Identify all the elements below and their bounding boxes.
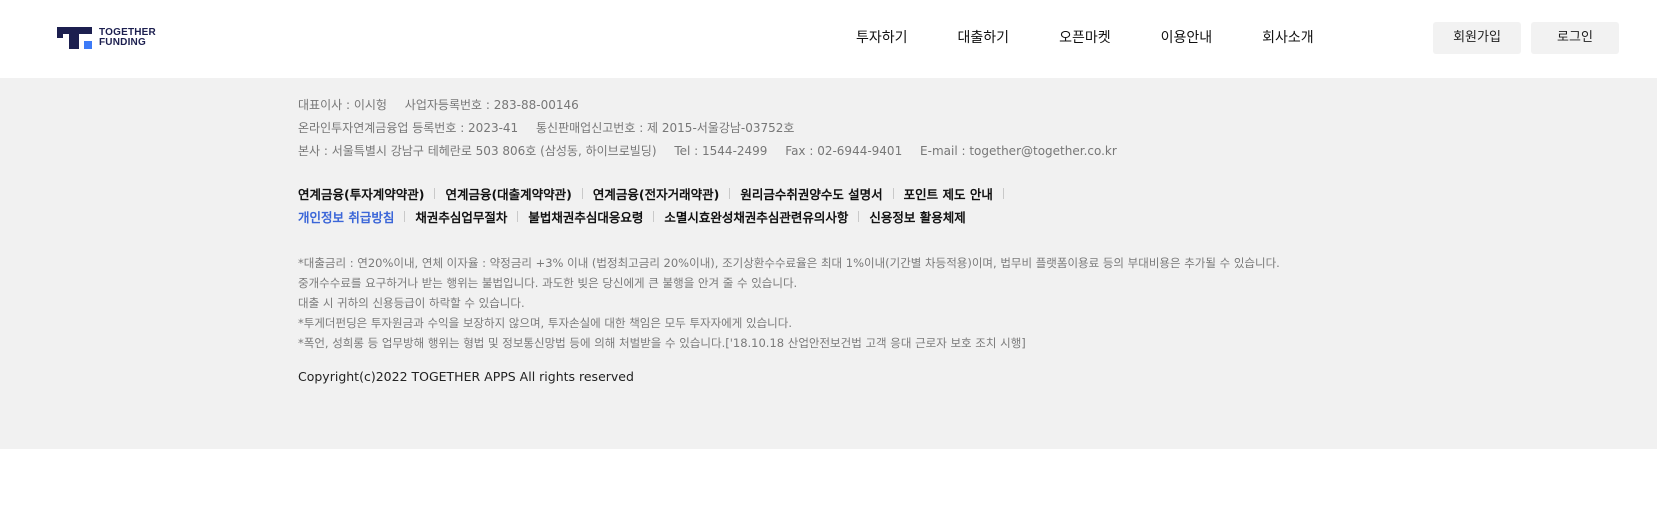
p2p-reg-info: 온라인투자연계금융업 등록번호 : 2023-41 xyxy=(298,121,519,135)
address-info: 본사 : 서울특별시 강남구 테헤란로 503 806호 (삼성동, 하이브로빌… xyxy=(298,144,657,158)
notice-brokerage-fee: 중개수수료를 요구하거나 받는 행위는 불법입니다. 과도한 빚은 당신에게 큰… xyxy=(298,276,798,290)
link-divider xyxy=(892,187,894,199)
login-button[interactable]: 로그인 xyxy=(1531,22,1619,54)
logo-text-line2: FUNDING xyxy=(99,37,146,48)
notice-investment-risk: *투게더펀딩은 투자원금과 수익을 보장하지 않으며, 투자손실에 대한 책임은… xyxy=(298,316,792,330)
footer-links-row-2: 개인정보 취급방침 채권추심업무절차 불법채권추심대응요령 소멸시효완성채권추심… xyxy=(298,205,1348,227)
company-info-line-2: 온라인투자연계금융업 등록번호 : 2023-41 통신판매업신고번호 : 제 … xyxy=(298,117,1348,140)
biz-reg-info: 사업자등록번호 : 283-88-00146 xyxy=(404,98,579,112)
link-divider xyxy=(653,210,655,222)
copyright: Copyright(c)2022 TOGETHER APPS All right… xyxy=(298,369,634,384)
ecommerce-reg-info: 통신판매업신고번호 : 제 2015-서울강남-03752호 xyxy=(536,121,795,135)
link-divider xyxy=(729,187,731,199)
link-illegal-collection-guide[interactable]: 불법채권추심대응요령 xyxy=(528,207,643,226)
link-debt-collection-procedure[interactable]: 채권추심업무절차 xyxy=(415,207,507,226)
main-nav: 투자하기 대출하기 오픈마켓 이용안내 회사소개 xyxy=(856,26,1314,50)
notice-worker-protection: *폭언, 성희롱 등 업무방해 행위는 형법 및 정보통신망법 등에 의해 처벌… xyxy=(298,336,1026,350)
footer-links: 연계금융(투자계약약관) 연계금융(대출계약약관) 연계금융(전자거래약관) 원… xyxy=(298,182,1348,227)
link-divider xyxy=(434,187,436,199)
company-info-line-3: 본사 : 서울특별시 강남구 테헤란로 503 806호 (삼성동, 하이브로빌… xyxy=(298,140,1348,163)
site-header: TOGETHER FUNDING 투자하기 대출하기 오픈마켓 이용안내 회사소… xyxy=(0,0,1657,78)
email-info: E-mail : together@together.co.kr xyxy=(920,144,1117,158)
nav-invest[interactable]: 투자하기 xyxy=(856,26,908,50)
link-divider xyxy=(581,187,583,199)
link-expired-debt-notice[interactable]: 소멸시효완성채권추심관련유의사항 xyxy=(664,207,848,226)
link-divider xyxy=(517,210,519,222)
notice-interest-rate: *대출금리 : 연20%이내, 연체 이자율 : 약정금리 +3% 이내 (법정… xyxy=(298,256,1280,270)
fax-info: Fax : 02-6944-9401 xyxy=(785,144,903,158)
link-privacy-policy[interactable]: 개인정보 취급방침 xyxy=(298,207,394,226)
nav-guide[interactable]: 이용안내 xyxy=(1161,26,1213,50)
logo-text: TOGETHER FUNDING xyxy=(99,28,156,48)
tel-info: Tel : 1544-2499 xyxy=(674,144,768,158)
footer-content: 대표이사 : 이시헝 사업자등록번호 : 283-88-00146 온라인투자연… xyxy=(298,94,1348,387)
link-divider xyxy=(858,210,860,222)
auth-buttons: 회원가입 로그인 xyxy=(1433,22,1619,54)
notice-credit-rating: 대출 시 귀하의 신용등급이 하락할 수 있습니다. xyxy=(298,296,525,310)
footer-links-row-1: 연계금융(투자계약약관) 연계금융(대출계약약관) 연계금융(전자거래약관) 원… xyxy=(298,182,1348,204)
logo-mark-icon xyxy=(57,27,93,49)
link-point-guide[interactable]: 포인트 제도 안내 xyxy=(904,184,993,203)
ceo-info: 대표이사 : 이시헝 xyxy=(298,98,387,112)
link-invest-terms[interactable]: 연계금융(투자계약약관) xyxy=(298,184,424,203)
nav-company[interactable]: 회사소개 xyxy=(1262,26,1314,50)
together-funding-logo[interactable]: TOGETHER FUNDING xyxy=(57,27,167,49)
signup-button[interactable]: 회원가입 xyxy=(1433,22,1521,54)
link-divider xyxy=(1002,187,1004,199)
legal-notices: *대출금리 : 연20%이내, 연체 이자율 : 약정금리 +3% 이내 (법정… xyxy=(298,253,1348,353)
link-transfer-guide[interactable]: 원리금수취권양수도 설명서 xyxy=(740,184,882,203)
site-footer: 대표이사 : 이시헝 사업자등록번호 : 283-88-00146 온라인투자연… xyxy=(0,78,1657,449)
link-e-transaction-terms[interactable]: 연계금융(전자거래약관) xyxy=(593,184,719,203)
link-credit-info-system[interactable]: 신용정보 활용체제 xyxy=(869,207,965,226)
nav-loan[interactable]: 대출하기 xyxy=(958,26,1010,50)
company-info-line-1: 대표이사 : 이시헝 사업자등록번호 : 283-88-00146 xyxy=(298,94,1348,117)
nav-open-market[interactable]: 오픈마켓 xyxy=(1059,26,1111,50)
link-loan-terms[interactable]: 연계금융(대출계약약관) xyxy=(445,184,571,203)
link-divider xyxy=(404,210,406,222)
